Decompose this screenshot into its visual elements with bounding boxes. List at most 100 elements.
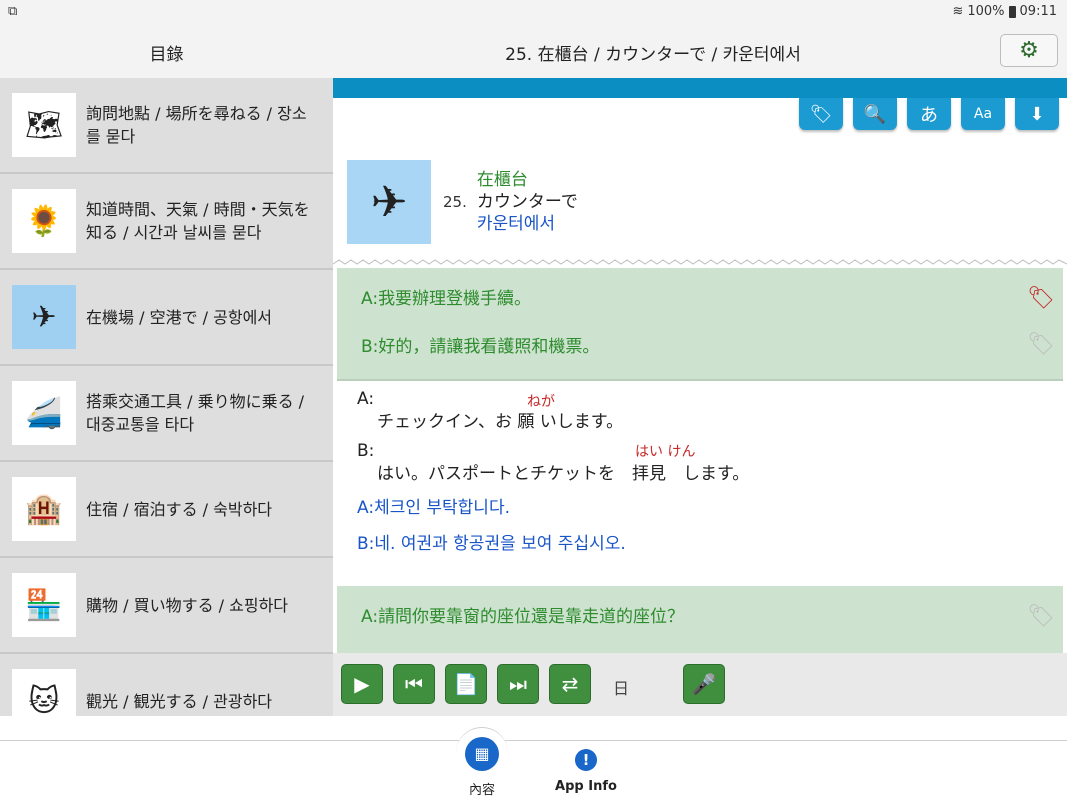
download-icon: ⬇	[1029, 103, 1045, 125]
furigana: はい けん	[635, 444, 696, 460]
hotel-icon: 🏨	[12, 477, 76, 541]
speaker-label: B:	[357, 534, 375, 554]
train-taxi-icon: 🚄	[12, 381, 76, 445]
script-button[interactable]: 📄	[445, 664, 487, 704]
notification-icon: ⧉	[8, 4, 18, 19]
play-icon: ▶	[354, 672, 370, 696]
dialog2-zh-block[interactable]: A:請問你要靠窗的座位還是靠走道的座位？ 🏷	[337, 586, 1063, 653]
status-bar: ⧉ ≋ 100% 09:11	[0, 0, 1067, 24]
tag-outline-icon[interactable]: 🏷	[1027, 332, 1055, 357]
lesson-header: ✈ 25. 在櫃台 カウンターで 카운터에서	[347, 160, 578, 244]
playback-language[interactable]: 日	[613, 675, 629, 699]
sidebar-title: 目錄	[149, 45, 184, 65]
search-icon: 🔍	[863, 103, 887, 125]
airplane-icon: ✈	[347, 160, 431, 244]
kana-toggle-button[interactable]: あ	[907, 98, 951, 130]
sightseeing-icon: 🐱	[12, 669, 76, 716]
sidebar-item-time-weather[interactable]: 🌻 知道時間、天氣 / 時間・天気を知る / 시간과 날씨를 묻다	[0, 174, 333, 270]
sidebar-item-shopping[interactable]: 🏪 購物 / 買い物する / 쇼핑하다	[0, 558, 333, 654]
dialog-line-ko-b[interactable]: B:네. 여권과 항공권을 보여 주십시오.	[357, 529, 626, 554]
speaker-label: A:	[357, 498, 375, 518]
repeat-button[interactable]: ⇄	[549, 664, 591, 704]
speaker-label: B:	[357, 441, 375, 461]
battery-icon	[1008, 5, 1016, 18]
lesson-content[interactable]: 🏷 🔍 あ Aa ⬇ ✈ 25. 在櫃台 カウンターで 카운터에서 A:我要辦理…	[333, 78, 1067, 653]
font-size-label: Aa	[973, 106, 993, 122]
sidebar-item-ask-location[interactable]: 🗺 詢問地點 / 場所を尋ねる / 장소를 묻다	[0, 78, 333, 174]
dialog-line-ja-b[interactable]: B: はい けん はい。パスポートとチケットを 拝見 します。	[357, 441, 957, 484]
dialog-text: 好的，請讓我看護照和機票。	[378, 337, 600, 357]
lesson-titles: 在櫃台 カウンターで 카운터에서	[477, 169, 578, 235]
bottom-navigation: ▦ 內容 ! App Info	[0, 727, 1067, 800]
battery-level: 100%	[967, 4, 1005, 19]
map-board-icon: 🗺	[12, 93, 76, 157]
lesson-number: 25.	[443, 193, 467, 211]
kana-label: あ	[920, 105, 938, 126]
dialog-text: 네. 여권과 항공권을 보여 주십시오.	[374, 534, 626, 554]
sidebar-item-label: 觀光 / 観光する / 관광하다	[86, 691, 273, 711]
dialog-text: 체크인 부탁합니다.	[374, 498, 510, 518]
settings-button[interactable]: ⚙	[1000, 34, 1058, 67]
sidebar-item-airport[interactable]: ✈ 在機場 / 空港で / 공항에서	[0, 270, 333, 366]
dialog-text: 請問你要靠窗的座位還是靠走道的座位？	[378, 607, 685, 627]
dialog-text: 我要辦理登機手續。	[378, 289, 532, 309]
speaker-label: B:	[361, 337, 379, 357]
previous-button[interactable]: ⏮	[393, 664, 435, 704]
lesson-title-zh: 在櫃台	[476, 170, 528, 190]
contents-tab-label[interactable]: 內容	[455, 779, 509, 798]
download-button[interactable]: ⬇	[1015, 98, 1059, 130]
search-button[interactable]: 🔍	[853, 98, 897, 130]
dialog-line-zh-a[interactable]: A:我要辦理登機手續。	[361, 284, 531, 309]
sidebar-item-label: 知道時間、天氣 / 時間・天気を知る / 시간과 날씨를 묻다	[86, 200, 310, 242]
sidebar-item-label: 搭乘交通工具 / 乗り物に乗る / 대중교통을 타다	[86, 392, 305, 434]
dialog-line-ko-a[interactable]: A:체크인 부탁합니다.	[357, 493, 510, 518]
skip-next-icon: ⏭	[509, 672, 527, 696]
clock: 09:11	[1019, 4, 1057, 19]
page-title: 25. 在櫃台 / カウンターで / 카운터에서	[505, 45, 801, 65]
tag-outline-icon[interactable]: 🏷	[1027, 604, 1055, 629]
font-size-button[interactable]: Aa	[961, 98, 1005, 130]
zigzag-divider	[333, 259, 1067, 265]
tag-icon: 🏷	[809, 103, 833, 125]
sun-flower-icon: 🌻	[12, 189, 76, 253]
content-toolbar: 🏷 🔍 あ Aa ⬇	[799, 98, 1059, 130]
app-header: 目錄 25. 在櫃台 / カウンターで / 카운터에서 ⚙	[0, 24, 1067, 78]
next-button[interactable]: ⏭	[497, 664, 539, 704]
accent-band	[333, 78, 1067, 98]
sidebar-item-label: 在機場 / 空港で / 공항에서	[86, 307, 273, 327]
contents-tab[interactable]: ▦	[456, 727, 508, 779]
bookmark-tag-button[interactable]: 🏷	[799, 98, 843, 130]
sidebar-item-sightseeing[interactable]: 🐱 觀光 / 観光する / 관광하다	[0, 654, 333, 716]
sidebar-item-label: 詢問地點 / 場所を尋ねる / 장소를 묻다	[86, 104, 307, 146]
play-button[interactable]: ▶	[341, 664, 383, 704]
microphone-icon: 🎤	[691, 672, 717, 696]
tag-icon[interactable]: 🏷	[1027, 286, 1055, 311]
speaker-label: A:	[361, 289, 379, 309]
speaker-label: A:	[361, 607, 379, 627]
dialog-zh-block[interactable]: A:我要辦理登機手續。 🏷 B:好的，請讓我看護照和機票。 🏷	[337, 268, 1063, 381]
skip-previous-icon: ⏮	[405, 672, 423, 696]
sidebar-item-label: 住宿 / 宿泊する / 숙박하다	[86, 499, 273, 519]
dialog-line-zh-b[interactable]: B:好的，請讓我看護照和機票。	[361, 332, 599, 357]
shop-icon: 🏪	[12, 573, 76, 637]
sidebar: 🗺 詢問地點 / 場所を尋ねる / 장소를 묻다 🌻 知道時間、天氣 / 時間・…	[0, 78, 333, 716]
dialog-line-ja-a[interactable]: A: ねが チェックイン、お 願 いします。	[357, 389, 857, 432]
sidebar-item-transport[interactable]: 🚄 搭乘交通工具 / 乗り物に乗る / 대중교통을 타다	[0, 366, 333, 462]
dialog-text: チェックイン、お 願 いします。	[377, 412, 624, 432]
info-icon[interactable]: !	[575, 749, 597, 771]
speaker-label: A:	[357, 389, 375, 409]
dialog-text: はい。パスポートとチケットを 拝見 します。	[377, 464, 750, 484]
wifi-icon: ≋	[952, 4, 964, 19]
grid-icon: ▦	[465, 736, 499, 771]
dialog2-line-zh-a[interactable]: A:請問你要靠窗的座位還是靠走道的座位？	[361, 602, 684, 627]
playback-bar: ▶ ⏮ 📄 ⏭ ⇄ 日 🎤	[333, 653, 1067, 716]
sidebar-item-label: 購物 / 買い物する / 쇼핑하다	[86, 595, 289, 615]
app-info-tab-label[interactable]: App Info	[552, 779, 620, 794]
sidebar-item-hotel[interactable]: 🏨 住宿 / 宿泊する / 숙박하다	[0, 462, 333, 558]
status-right: ≋ 100% 09:11	[952, 4, 1057, 19]
lesson-title-ja: カウンターで	[476, 192, 578, 212]
lesson-title-ko: 카운터에서	[476, 214, 556, 234]
dialog-ja-ko-block[interactable]: A: ねが チェックイン、お 願 いします。 B: はい けん はい。パスポート…	[337, 381, 1063, 586]
record-button[interactable]: 🎤	[683, 664, 725, 704]
gear-icon: ⚙	[1019, 38, 1039, 63]
